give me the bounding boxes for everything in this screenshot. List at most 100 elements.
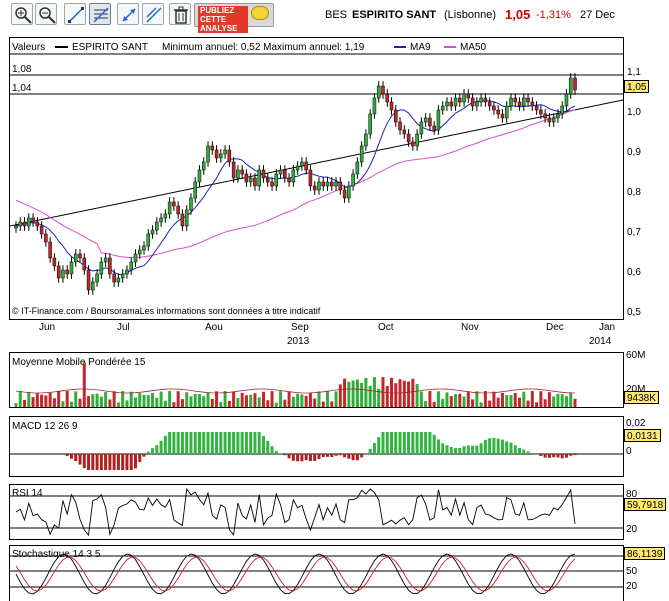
volume-bar [129, 391, 133, 407]
volume-bar [505, 395, 509, 407]
candle [321, 181, 325, 187]
volume-bar [159, 391, 163, 407]
volume-bar [547, 392, 551, 407]
candle [91, 281, 95, 291]
legend-minmax: Minimum annuel: 0,52 Maximum annuel: 1,1… [162, 42, 365, 53]
candle [86, 269, 91, 291]
macd-bar [441, 443, 445, 454]
candle [129, 261, 133, 271]
macd-bar [74, 454, 78, 462]
candle [172, 201, 176, 207]
candle [300, 161, 304, 167]
zoom-out-button[interactable] [35, 3, 57, 25]
candle [95, 273, 99, 283]
macd-bar [569, 454, 573, 456]
publish-analysis-button[interactable]: PUBLIEZ CETTE ANALYSE [194, 3, 274, 33]
macd-bar [313, 454, 317, 462]
candle [146, 233, 151, 247]
macd-bar [398, 432, 402, 454]
macd-bar [210, 432, 214, 454]
candle [445, 101, 449, 107]
candle [440, 105, 445, 111]
candle [423, 117, 428, 123]
candle [257, 169, 261, 187]
stochastic-panel[interactable]: Stochastique 14 3 5 [9, 545, 624, 601]
volume-bar [176, 391, 180, 407]
volume-panel[interactable]: Moyenne Mobile Pondérée 15 [9, 352, 624, 408]
line-tool-button[interactable] [64, 3, 86, 25]
legend-series: ESPIRITO SANT [72, 42, 148, 53]
delete-button[interactable] [169, 3, 191, 25]
macd-bar [351, 454, 355, 461]
price-chart-panel[interactable]: Valeurs ESPIRITO SANT Minimum annuel: 0,… [9, 37, 624, 320]
macd-bar [193, 432, 197, 454]
candle [27, 217, 31, 227]
candle [52, 257, 57, 267]
fibonacci-button[interactable] [89, 3, 111, 25]
volume-bar [18, 391, 22, 407]
candle [568, 77, 573, 95]
volume-bar [475, 391, 479, 407]
move-icon [122, 8, 136, 22]
candle [304, 161, 308, 171]
candle [99, 261, 104, 275]
macd-panel[interactable]: MACD 12 26 9 [9, 416, 624, 477]
candle [526, 97, 530, 103]
copyright: © IT-Finance.com / BoursoramaLes informa… [12, 306, 321, 316]
macd-bar [116, 454, 120, 470]
volume-bar [104, 392, 108, 407]
candle [500, 113, 505, 119]
candle [253, 177, 257, 187]
volume-title: Moyenne Mobile Pondérée 15 [12, 357, 146, 368]
macd-bar [261, 436, 265, 454]
volume-bar [78, 398, 82, 407]
candle [368, 113, 372, 135]
macd-bar [428, 432, 432, 454]
macd-bar [458, 447, 462, 454]
candle [458, 97, 462, 103]
x-month-label: Aou [205, 322, 223, 333]
candle [180, 213, 185, 227]
macd-bar [232, 432, 236, 454]
macd-bar [343, 454, 347, 458]
price-tick-label: 0,9 [627, 147, 641, 158]
macd-bar [112, 454, 116, 470]
volume-bar [257, 397, 261, 407]
macd-bar [432, 434, 436, 454]
volume-bar [116, 402, 120, 407]
trend-button[interactable] [142, 3, 164, 25]
rsi-title: RSI 14 [12, 488, 43, 499]
candle [347, 185, 351, 199]
candle [274, 173, 279, 187]
candle [359, 145, 364, 163]
volume-bar [436, 391, 440, 407]
candle [522, 97, 526, 107]
candle [573, 77, 577, 91]
rsi-panel[interactable]: RSI 14 [9, 484, 624, 540]
volume-bar [266, 400, 270, 407]
candle [189, 197, 193, 211]
move-button[interactable] [117, 3, 139, 25]
candle [330, 181, 334, 187]
volume-bar [466, 392, 470, 407]
volume-bar [99, 396, 103, 407]
candle [308, 169, 313, 187]
volume-bar [411, 378, 415, 407]
volume-bar [287, 392, 291, 407]
candle [351, 173, 355, 187]
volume-bar [394, 383, 398, 407]
macd-bar [385, 432, 389, 454]
macd-bar [513, 445, 517, 454]
macd-bar [236, 432, 240, 454]
volume-bar [432, 401, 436, 407]
x-month-label: Dec [546, 322, 564, 333]
zoom-in-button[interactable] [11, 3, 33, 25]
volume-bar [445, 392, 449, 407]
macd-bar [87, 454, 91, 470]
candle [283, 169, 287, 179]
stock-name: ESPIRITO SANT [352, 9, 437, 21]
volume-bar [471, 399, 475, 407]
volume-bar [142, 394, 146, 407]
volume-bar [163, 400, 167, 407]
volume-bar [74, 391, 78, 407]
